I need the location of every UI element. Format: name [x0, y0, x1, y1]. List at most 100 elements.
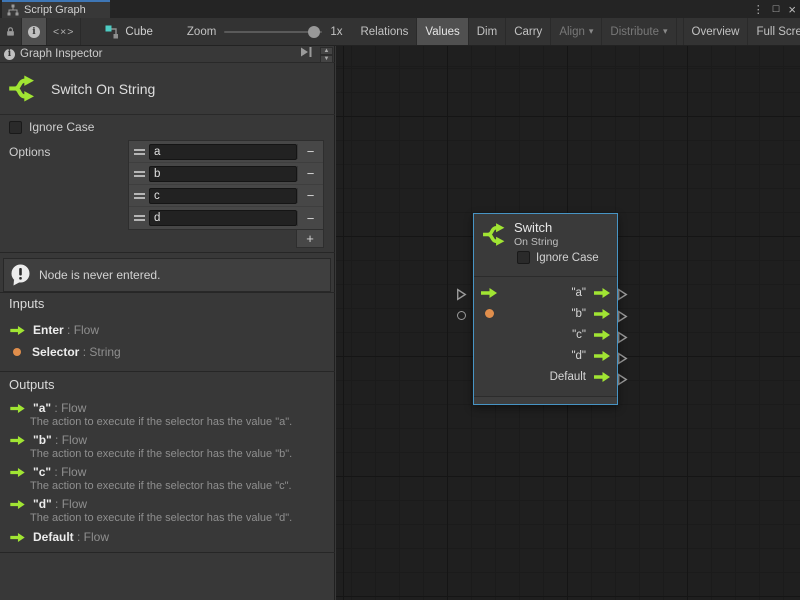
zoom-label: Zoom [187, 26, 216, 38]
node-title: Switch [514, 220, 558, 235]
overview-button[interactable]: Overview [683, 18, 749, 45]
node-footer [474, 396, 617, 404]
unit-title: Switch On String [51, 81, 155, 97]
ignore-case-label: Ignore Case [29, 120, 94, 134]
values-button[interactable]: Values [417, 18, 468, 45]
option-value-field[interactable]: b [149, 166, 297, 182]
close-icon[interactable]: × [788, 2, 796, 17]
graph-breadcrumb[interactable]: Cube [81, 18, 163, 45]
warning-text: Node is never entered. [39, 268, 160, 282]
external-flow-port-icon[interactable] [617, 310, 628, 323]
zoom-slider[interactable] [224, 31, 322, 33]
external-flow-port-icon[interactable] [617, 373, 628, 386]
drag-handle-icon[interactable] [129, 193, 149, 199]
tab-script-graph[interactable]: Script Graph [2, 0, 110, 18]
tab-bar: Script Graph ⋮ □ × [0, 0, 800, 18]
switch-icon [482, 222, 507, 247]
scroll-up-icon[interactable]: ▲ [320, 47, 333, 55]
node-header[interactable]: Switch On String Ignore Case [474, 214, 617, 277]
remove-option-button[interactable]: − [297, 166, 323, 181]
graph-name: Cube [125, 26, 153, 38]
external-flow-port-icon[interactable] [617, 352, 628, 365]
drag-handle-icon[interactable] [129, 215, 149, 221]
inputs-heading: Inputs [9, 296, 44, 311]
output-doc-row: Default : Flow [10, 530, 109, 544]
drag-handle-icon[interactable] [129, 171, 149, 177]
external-flow-port-icon[interactable] [617, 288, 628, 301]
edit-code-button[interactable]: <×> [47, 18, 81, 45]
external-flow-port-icon[interactable] [456, 288, 467, 301]
window-controls: ⋮ □ × [753, 0, 796, 18]
flow-out-port-icon[interactable] [594, 309, 610, 319]
code-icon: <×> [53, 26, 74, 38]
node-ignore-case-checkbox[interactable] [517, 251, 530, 264]
option-value-field[interactable]: c [149, 188, 297, 204]
dim-button[interactable]: Dim [469, 18, 506, 45]
relations-button[interactable]: Relations [352, 18, 417, 45]
remove-option-button[interactable]: − [297, 188, 323, 203]
output-doc-row: "a" : Flow [10, 401, 86, 415]
option-row: c − [129, 185, 323, 207]
drag-handle-icon[interactable] [129, 149, 149, 155]
chevron-down-icon: ▾ [589, 26, 594, 37]
carry-button[interactable]: Carry [506, 18, 551, 45]
external-value-port-icon[interactable] [457, 311, 466, 320]
ignore-case-checkbox[interactable] [9, 121, 22, 134]
option-value-field[interactable]: a [149, 144, 297, 160]
enter-port-icon[interactable] [481, 288, 497, 298]
output-doc-row: "b" : Flow [10, 433, 87, 447]
node-body: "a" "b" "c" "d" [474, 277, 617, 387]
port-label: "c" [572, 329, 586, 341]
external-flow-port-icon[interactable] [617, 331, 628, 344]
flow-port-icon [10, 533, 25, 542]
inspector-toggle-button[interactable]: i [22, 18, 47, 45]
scroll-down-icon[interactable]: ▼ [320, 55, 333, 63]
options-list: a − b − c − d − [128, 140, 324, 230]
add-option-button[interactable]: + [296, 230, 324, 248]
port-label: "a" [571, 287, 586, 299]
option-row: a − [129, 141, 323, 163]
flow-out-port-icon[interactable] [594, 330, 610, 340]
dock-panel-icon[interactable] [300, 47, 313, 57]
distribute-button[interactable]: Distribute▾ [602, 18, 676, 45]
output-doc-row: "c" : Flow [10, 465, 86, 479]
switch-icon [8, 74, 37, 103]
flow-out-port-icon[interactable] [594, 288, 610, 298]
flow-out-port-icon[interactable] [594, 372, 610, 382]
output-doc-desc: The action to execute if the selector ha… [30, 512, 292, 524]
flow-port-icon [10, 436, 25, 445]
full-screen-button[interactable]: Full Screen [748, 18, 800, 45]
zoom-control: Zoom 1x [163, 18, 353, 45]
remove-option-button[interactable]: − [297, 211, 323, 226]
option-value-field[interactable]: d [149, 210, 297, 226]
flow-out-port-icon[interactable] [594, 351, 610, 361]
flow-port-icon [10, 326, 25, 335]
warning-icon [10, 264, 31, 286]
port-label: Default [550, 371, 586, 383]
align-button[interactable]: Align▾ [551, 18, 602, 45]
lock-button[interactable] [0, 18, 22, 45]
value-port-icon [13, 348, 21, 356]
port-label: "b" [571, 308, 586, 320]
selector-port-icon[interactable] [485, 309, 494, 318]
input-doc-row: Enter : Flow [10, 323, 99, 337]
switch-on-string-node[interactable]: Switch On String Ignore Case "a" [473, 213, 618, 405]
graph-canvas[interactable]: Switch On String Ignore Case "a" [336, 46, 800, 600]
script-graph-asset-icon [105, 25, 119, 39]
zoom-slider-handle[interactable] [308, 26, 320, 38]
unity-script-graph-window: Script Graph ⋮ □ × i <×> Cube Zoom 1x Re… [0, 0, 800, 600]
node-ignore-case-label: Ignore Case [536, 252, 599, 264]
node-subtitle: On String [514, 236, 558, 248]
zoom-value: 1x [330, 26, 342, 38]
tab-label: Script Graph [24, 4, 86, 16]
lock-icon [6, 25, 15, 38]
window-menu-icon[interactable]: ⋮ [753, 3, 764, 16]
maximize-icon[interactable]: □ [773, 3, 780, 15]
option-row: d − [129, 207, 323, 229]
panel-scrollbar: ▲ ▼ [320, 47, 333, 63]
output-doc-desc: The action to execute if the selector ha… [30, 448, 292, 460]
remove-option-button[interactable]: − [297, 144, 323, 159]
inspector-header: i Graph Inspector ▲ ▼ [0, 46, 335, 63]
graph-tab-icon [7, 4, 19, 16]
options-label: Options [9, 145, 50, 159]
